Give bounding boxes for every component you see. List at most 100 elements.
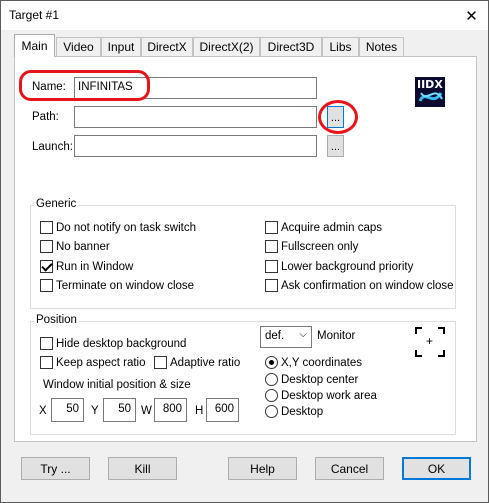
position-title: Position xyxy=(34,314,79,326)
checkbox-box xyxy=(40,221,53,234)
x-field[interactable]: 50 xyxy=(51,398,84,422)
y-field[interactable]: 50 xyxy=(103,398,136,422)
monitor-label: Monitor xyxy=(317,330,356,342)
tab-label: Input xyxy=(107,40,135,54)
tab-label: DirectX(2) xyxy=(199,40,254,54)
tab-label: Notes xyxy=(365,40,398,54)
ok-button[interactable]: OK xyxy=(402,457,471,480)
tab-video[interactable]: Video xyxy=(56,37,101,56)
tab-label: Video xyxy=(63,40,94,54)
iidx-logo-icon: IIDX xyxy=(415,77,445,107)
w-field[interactable]: 800 xyxy=(154,398,187,422)
tab-direct3d[interactable]: Direct3D xyxy=(260,37,322,56)
cancel-button[interactable]: Cancel xyxy=(315,457,384,480)
monitor-select[interactable]: def. ⌵ xyxy=(260,326,312,348)
tab-main[interactable]: Main xyxy=(14,34,55,57)
checkbox-box xyxy=(40,260,53,273)
logo-swirl xyxy=(418,92,443,102)
tab-label: Main xyxy=(21,39,48,53)
chevron-down-icon: ⌵ xyxy=(299,329,307,340)
radio-dot xyxy=(265,356,278,369)
checkbox-label: Adaptive ratio xyxy=(170,356,241,369)
checkbox-box xyxy=(40,356,53,369)
kill-button[interactable]: Kill xyxy=(108,457,177,480)
checkbox-label: Hide desktop background xyxy=(56,337,187,350)
launch-field[interactable] xyxy=(74,135,317,157)
radio-label: X,Y coordinates xyxy=(281,356,362,369)
title-bar: Target #1 ✕ xyxy=(1,1,488,30)
path-label: Path: xyxy=(32,111,59,123)
checkbox-label: Acquire admin caps xyxy=(281,221,382,234)
checkbox-lower-bg-priority[interactable]: Lower background priority xyxy=(265,260,413,273)
radio-desktop-work-area[interactable]: Desktop work area xyxy=(265,389,377,402)
monitor-preview: + xyxy=(415,327,445,357)
generic-title: Generic xyxy=(34,198,79,210)
window-title: Target #1 xyxy=(9,8,60,22)
x-label: X xyxy=(39,405,47,417)
checkbox-label: Ask confirmation on window close xyxy=(281,279,454,292)
checkbox-box xyxy=(265,279,278,292)
w-label: W xyxy=(141,405,152,417)
crosshair-icon: + xyxy=(426,334,434,348)
radio-xy-coordinates[interactable]: X,Y coordinates xyxy=(265,356,362,369)
radio-label: Desktop xyxy=(281,405,324,418)
checkbox-terminate-on-close[interactable]: Terminate on window close xyxy=(40,279,194,292)
checkbox-label: Terminate on window close xyxy=(56,279,195,292)
h-field[interactable]: 600 xyxy=(206,398,239,422)
checkbox-keep-aspect-ratio[interactable]: Keep aspect ratio xyxy=(40,356,146,369)
radio-desktop[interactable]: Desktop xyxy=(265,405,323,418)
tab-label: Direct3D xyxy=(267,40,315,54)
checkbox-label: No banner xyxy=(56,240,110,253)
checkbox-box xyxy=(40,279,53,292)
tab-input[interactable]: Input xyxy=(101,37,141,56)
checkbox-box xyxy=(265,221,278,234)
checkbox-label: Run in Window xyxy=(56,260,134,273)
highlight-name xyxy=(19,70,150,101)
checkbox-box xyxy=(265,240,278,253)
try-button[interactable]: Try ... xyxy=(21,457,90,480)
checkbox-box xyxy=(265,260,278,273)
radio-dot xyxy=(265,389,278,402)
corner-br xyxy=(438,350,445,357)
checkbox-label: Fullscreen only xyxy=(281,240,359,253)
path-field[interactable] xyxy=(74,106,317,128)
corner-tr xyxy=(438,327,445,334)
checkbox-run-in-window[interactable]: Run in Window xyxy=(40,260,133,273)
h-label: H xyxy=(195,405,204,417)
checkbox-label: Do not notify on task switch xyxy=(56,221,196,234)
radio-dot xyxy=(265,405,278,418)
checkbox-label: Keep aspect ratio xyxy=(56,356,146,369)
checkbox-no-banner[interactable]: No banner xyxy=(40,240,110,253)
checkbox-adaptive-ratio[interactable]: Adaptive ratio xyxy=(154,356,240,369)
corner-bl xyxy=(415,350,422,357)
y-label: Y xyxy=(91,405,99,417)
tab-libs[interactable]: Libs xyxy=(322,37,359,56)
launch-label: Launch: xyxy=(32,141,73,153)
highlight-path-browse xyxy=(318,100,358,134)
radio-label: Desktop work area xyxy=(281,389,377,402)
checkbox-ask-confirmation[interactable]: Ask confirmation on window close xyxy=(265,279,454,292)
close-button[interactable]: ✕ xyxy=(455,1,488,30)
radio-label: Desktop center xyxy=(281,373,359,386)
dialog-window: Target #1 ✕ Main Video Input DirectX Dir… xyxy=(0,0,489,503)
checkbox-fullscreen-only[interactable]: Fullscreen only xyxy=(265,240,358,253)
tab-notes[interactable]: Notes xyxy=(359,37,404,56)
close-icon: ✕ xyxy=(465,7,478,25)
radio-desktop-center[interactable]: Desktop center xyxy=(265,373,358,386)
initial-position-label: Window initial position & size xyxy=(43,379,191,391)
monitor-select-value: def. xyxy=(265,330,285,342)
tab-label: DirectX xyxy=(147,40,187,54)
checkbox-no-notify-task-switch[interactable]: Do not notify on task switch xyxy=(40,221,196,234)
checkbox-hide-desktop-bg[interactable]: Hide desktop background xyxy=(40,337,186,350)
checkbox-acquire-admin-caps[interactable]: Acquire admin caps xyxy=(265,221,382,234)
radio-dot xyxy=(265,373,278,386)
checkbox-label: Lower background priority xyxy=(281,260,414,273)
help-button[interactable]: Help xyxy=(228,457,297,480)
checkbox-box xyxy=(154,356,167,369)
launch-browse-button[interactable]: ... xyxy=(327,135,344,157)
tab-label: Libs xyxy=(329,40,352,54)
tab-directx2[interactable]: DirectX(2) xyxy=(193,37,260,56)
checkbox-box xyxy=(40,240,53,253)
corner-tl xyxy=(415,327,422,334)
tab-directx[interactable]: DirectX xyxy=(141,37,193,56)
